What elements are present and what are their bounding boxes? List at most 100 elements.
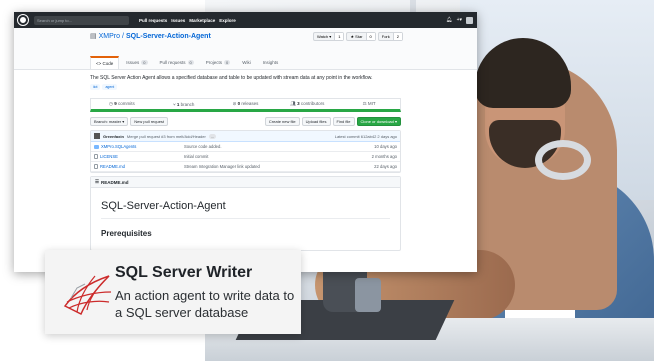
stat-releases-label: releases: [241, 101, 259, 106]
photo-glass: [355, 278, 381, 312]
readme-label: README.md: [101, 179, 129, 185]
stat-branches-label: branch: [180, 101, 195, 107]
file-table: Greenfaxin Merge pull request #3 from me…: [90, 130, 401, 173]
repo-name-link[interactable]: SQL-Server-Action-Agent: [126, 33, 211, 40]
table-row: LICENSE Initial commit 2 months ago: [91, 152, 400, 162]
upload-files-button[interactable]: Upload files: [301, 117, 331, 126]
tab-issues-count: 0: [141, 60, 148, 65]
header-right: 🔔︎ +▾: [446, 16, 473, 24]
tab-projects[interactable]: Projects 0: [201, 56, 236, 69]
star-label: ★ Star: [350, 34, 363, 39]
stat-commits-value: 9: [114, 101, 117, 106]
file-icon: [94, 154, 98, 159]
bell-icon[interactable]: 🔔︎: [446, 17, 452, 23]
repo-book-icon: ▤: [90, 33, 97, 40]
file-age: 22 days ago: [374, 164, 397, 169]
fork-count: 2: [392, 33, 402, 40]
clone-button[interactable]: Clone or download ▾: [356, 117, 401, 126]
tab-code[interactable]: <> Code: [90, 56, 120, 69]
github-screenshot: Search or jump to... Pull requests Issue…: [14, 12, 477, 272]
commit-author[interactable]: Greenfaxin: [103, 134, 124, 139]
nav-pull-requests[interactable]: Pull requests: [139, 18, 167, 23]
repo-separator: /: [122, 32, 124, 40]
stat-license-label: MIT: [367, 101, 376, 106]
tab-pull-requests[interactable]: Pull requests 0: [155, 56, 199, 69]
search-input[interactable]: Search or jump to...: [34, 15, 129, 25]
topic-tag[interactable]: agent: [102, 84, 118, 90]
readme-subheading: Prerequisites: [101, 229, 152, 238]
nav-explore[interactable]: Explore: [219, 18, 236, 23]
avatar[interactable]: [466, 16, 473, 24]
file-name-link[interactable]: LICENSE: [94, 154, 184, 159]
file-commit-message[interactable]: Stream Integration Manager link updated: [184, 164, 357, 169]
tab-projects-label: Projects: [205, 60, 223, 65]
create-file-button[interactable]: Create new file: [264, 117, 300, 126]
readme-title: SQL-Server-Action-Agent: [101, 200, 390, 219]
tab-wiki[interactable]: Wiki: [237, 56, 256, 69]
commit-message[interactable]: Merge pull request #3 from melt/Add/Head…: [127, 134, 206, 139]
stat-releases[interactable]: ⊘ 0 releases: [215, 101, 277, 107]
repo-header: ▤ XMPro / SQL-Server-Action-Agent Watch …: [14, 28, 477, 70]
repo-actions: Watch ▾ 1 ★ Star 0 Fork 2: [312, 32, 403, 41]
latest-commit-bar: Greenfaxin Merge pull request #3 from me…: [91, 131, 400, 142]
github-header: Search or jump to... Pull requests Issue…: [14, 12, 477, 28]
list-icon: ☰: [95, 179, 100, 184]
repo-owner-link[interactable]: XMPro: [99, 33, 120, 40]
nav-marketplace[interactable]: Marketplace: [189, 18, 215, 23]
stat-contributors-label: contributors: [300, 101, 325, 106]
stat-commits-label: commits: [118, 101, 135, 106]
fork-label: Fork: [381, 34, 390, 39]
repo-stats-bar: ◷ 9 commits ⑂ 1 branch ⊘ 0 releases 👥︎ 3…: [90, 98, 401, 112]
tab-pull-requests-count: 0: [187, 60, 194, 65]
stat-commits[interactable]: ◷ 9 commits: [91, 101, 153, 107]
watch-label: Watch ▾: [316, 34, 332, 39]
stat-releases-value: 0: [237, 101, 241, 106]
new-pull-request-button[interactable]: New pull request: [130, 117, 169, 126]
repo-body: The SQL Server Action Agent allows a spe…: [14, 70, 477, 251]
file-commit-message[interactable]: Source code added.: [184, 144, 357, 149]
stat-contributors[interactable]: 👥︎ 3 contributors: [276, 101, 338, 107]
tab-code-label: <> Code: [96, 61, 114, 66]
stat-license[interactable]: ⚖ MIT: [338, 101, 400, 107]
file-name-link[interactable]: README.md: [94, 164, 184, 169]
product-card: SQL Server Writer An action agent to wri…: [45, 250, 301, 334]
tab-pull-requests-label: Pull requests: [159, 60, 186, 65]
tab-wiki-label: Wiki: [242, 60, 251, 65]
latest-commit-info: Latest commit 612ab42 2 days ago: [334, 133, 397, 139]
tab-projects-count: 0: [224, 60, 231, 65]
table-row: README.md Stream Integration Manager lin…: [91, 162, 400, 172]
file-name-link[interactable]: XMPro.SQLAgents: [94, 144, 184, 149]
commit-expand-button[interactable]: ...: [208, 133, 217, 139]
github-logo-icon[interactable]: [17, 14, 29, 26]
file-actions: Branch: master ▾ New pull request Create…: [90, 117, 401, 126]
card-subtitle: An action agent to write data to a SQL s…: [115, 288, 295, 320]
repo-tabs: <> Code Issues 0 Pull requests 0 Projects 0…: [90, 56, 283, 69]
file-icon: [94, 164, 98, 169]
tab-issues-label: Issues: [126, 60, 140, 65]
find-file-button[interactable]: Find file: [332, 117, 355, 126]
topic-tag[interactable]: iiot: [90, 84, 101, 90]
stat-branches-value: 1: [176, 101, 180, 107]
fork-button[interactable]: Fork 2: [377, 32, 403, 41]
tab-issues[interactable]: Issues 0: [121, 56, 152, 69]
file-age: 10 days ago: [374, 144, 397, 149]
table-row: XMPro.SQLAgents Source code added. 10 da…: [91, 142, 400, 152]
watch-button[interactable]: Watch ▾ 1: [312, 32, 345, 41]
sql-server-logo-icon: [63, 275, 112, 316]
file-commit-message[interactable]: Initial commit: [184, 154, 357, 159]
readme-body: SQL-Server-Action-Agent Prerequisites: [91, 188, 400, 250]
star-button[interactable]: ★ Star 0: [346, 32, 376, 41]
branch-select[interactable]: Branch: master ▾: [90, 117, 129, 126]
file-name: XMPro.SQLAgents: [101, 144, 137, 149]
file-name: README.md: [100, 164, 125, 169]
commit-avatar: [94, 133, 100, 139]
watch-count: 1: [334, 33, 344, 40]
tab-insights[interactable]: Insights: [258, 56, 284, 69]
card-title: SQL Server Writer: [115, 264, 253, 281]
nav-issues[interactable]: Issues: [171, 18, 185, 23]
plus-icon[interactable]: +▾: [457, 17, 462, 23]
star-count: 0: [365, 33, 375, 40]
readme-panel: ☰ README.md SQL-Server-Action-Agent Prere…: [90, 176, 401, 251]
stat-branches[interactable]: ⑂ 1 branch: [153, 102, 215, 107]
folder-icon: [94, 144, 99, 149]
